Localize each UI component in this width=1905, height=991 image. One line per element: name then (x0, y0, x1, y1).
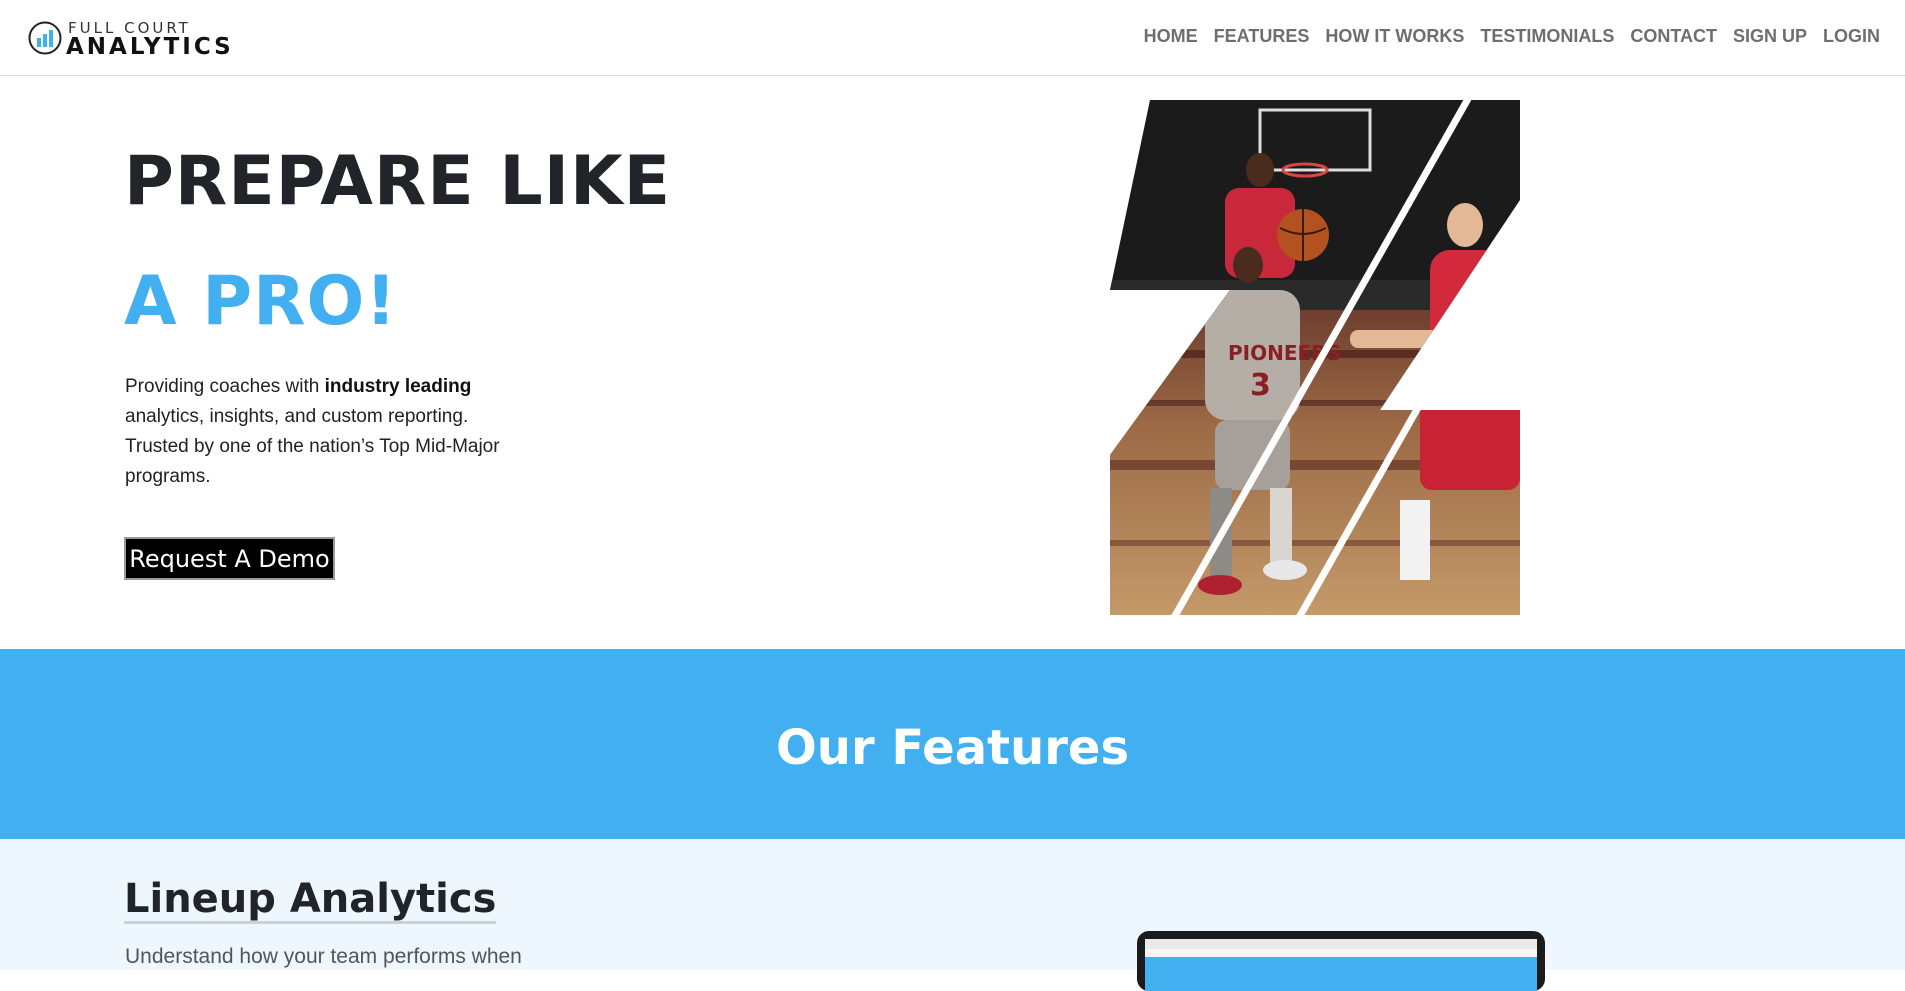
nav-contact[interactable]: CONTACT (1630, 26, 1717, 47)
bar-chart-circle-icon (28, 21, 62, 55)
navbar: FULL COURT ANALYTICS HOME FEATURES HOW I… (0, 0, 1905, 76)
feature-lineup-analytics: Lineup Analytics Understand how your tea… (0, 839, 1905, 991)
hero-description: Providing coaches with industry leading … (125, 372, 525, 492)
svg-text:3: 3 (1250, 368, 1271, 403)
request-demo-button[interactable]: Request A Demo (124, 537, 335, 580)
laptop-screenshot-icon (1137, 931, 1545, 991)
nav-how-it-works[interactable]: HOW IT WORKS (1325, 26, 1464, 47)
nav-sign-up[interactable]: SIGN UP (1733, 26, 1807, 47)
nav-login[interactable]: LOGIN (1823, 26, 1880, 47)
hero-desc-suffix: analytics, insights, and custom reportin… (125, 406, 500, 487)
nav-features[interactable]: FEATURES (1214, 26, 1310, 47)
nav-home[interactable]: HOME (1144, 26, 1198, 47)
hero-title-line1: PREPARE LIKE (124, 142, 672, 221)
feature-description: Understand how your team performs when (125, 945, 522, 968)
hero-desc-bold: industry leading (324, 376, 472, 397)
hero-desc-prefix: Providing coaches with (125, 376, 325, 397)
features-banner: Our Features (0, 649, 1905, 839)
features-title: Our Features (775, 720, 1130, 776)
basketball-players-photo: PIONEERS 3 (1110, 100, 1520, 615)
nav-testimonials[interactable]: TESTIMONIALS (1480, 26, 1614, 47)
hero-title-line2: A PRO! (124, 262, 398, 341)
brand-name-bottom: ANALYTICS (66, 34, 234, 60)
main-nav: HOME FEATURES HOW IT WORKS TESTIMONIALS … (1128, 26, 1880, 47)
brand-logo[interactable]: FULL COURT ANALYTICS (28, 18, 238, 60)
feature-heading: Lineup Analytics (124, 876, 497, 924)
